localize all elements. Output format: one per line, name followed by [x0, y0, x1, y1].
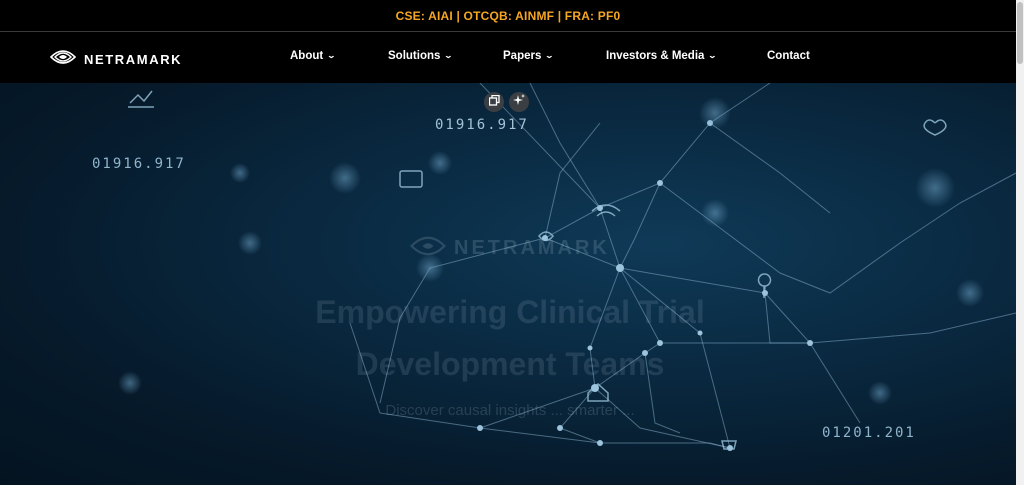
digit-label: 01916.917: [92, 156, 186, 172]
digit-label: 01201.201: [822, 425, 916, 441]
chevron-down-icon: ⌄: [545, 51, 555, 60]
nav-contact-label: Contact: [767, 50, 810, 62]
netramark-logo-icon: [409, 235, 447, 262]
navbar: NETRAMARK About ⌄ Solutions ⌄ Papers ⌄ I…: [0, 33, 1016, 83]
hero-subtitle: Discover causal insights ... smarter ...: [385, 402, 635, 419]
netramark-logo-icon: [49, 49, 77, 70]
nav-about[interactable]: About ⌄: [290, 50, 337, 62]
nav-papers-label: Papers: [503, 50, 542, 62]
hero-section: 01916.917 01916.917 01201.201 NETRAMARK …: [0, 83, 1016, 485]
nav-contact[interactable]: Contact: [767, 50, 810, 62]
hero-logo: NETRAMARK: [409, 235, 610, 262]
nav-investors-label: Investors & Media: [606, 50, 705, 62]
scrollbar-thumb[interactable]: [1017, 2, 1023, 64]
copy-icon: [488, 93, 500, 111]
nav-papers[interactable]: Papers ⌄: [503, 50, 555, 62]
stock-ticker: CSE: AIAI | OTCQB: AINMF | FRA: PF0: [395, 8, 621, 23]
hero-title: Empowering Clinical Trial Development Te…: [315, 294, 705, 382]
copy-button[interactable]: [484, 92, 504, 112]
nav-about-label: About: [290, 50, 324, 62]
logo-text: NETRAMARK: [84, 52, 183, 67]
ticker-bar: CSE: AIAI | OTCQB: AINMF | FRA: PF0: [0, 0, 1016, 32]
chevron-down-icon: ⌄: [444, 51, 454, 60]
sparkle-button[interactable]: [509, 92, 529, 112]
logo[interactable]: NETRAMARK: [49, 49, 183, 70]
nav-solutions-label: Solutions: [388, 50, 441, 62]
chevron-down-icon: ⌄: [326, 51, 337, 60]
hero-logo-text: NETRAMARK: [454, 237, 610, 259]
nav-investors-media[interactable]: Investors & Media ⌄: [606, 50, 718, 62]
sparkle-icon: [513, 93, 525, 111]
nav-solutions[interactable]: Solutions ⌄: [388, 50, 454, 62]
chevron-down-icon: ⌄: [708, 51, 718, 60]
digit-label: 01916.917: [435, 117, 529, 133]
scrollbar-track[interactable]: [1016, 0, 1024, 485]
